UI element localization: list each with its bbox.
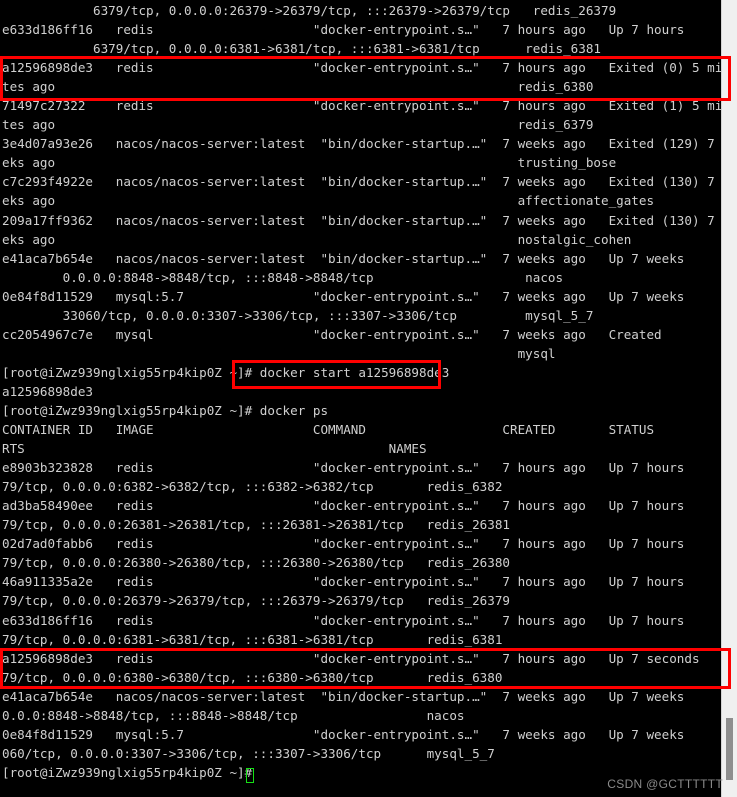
terminal-line: cc2054967c7e mysql "docker-entrypoint.s…… — [2, 326, 662, 342]
terminal-line: 71497c27322 redis "docker-entrypoint.s…"… — [2, 98, 721, 114]
terminal-line: 3e4d07a93e26 nacos/nacos-server:latest "… — [2, 136, 721, 152]
terminal-line: eks ago trusting_bose — [2, 155, 617, 171]
terminal-line: 79/tcp, 0.0.0.0:6381->6381/tcp, :::6381-… — [2, 631, 503, 647]
terminal-line: 0e84f8d11529 mysql:5.7 "docker-entrypoin… — [2, 288, 685, 304]
terminal-line: RTS NAMES — [2, 441, 427, 457]
terminal-line: 6379/tcp, 0.0.0.0:6381->6381/tcp, :::638… — [2, 41, 601, 57]
terminal-line: [root@iZwz939nglxig55rp4kip0Z ~]# docker… — [2, 402, 329, 418]
terminal-line: e41aca7b654e nacos/nacos-server:latest "… — [2, 688, 721, 704]
terminal-output: 6379/tcp, 0.0.0.0:26379->26379/tcp, :::2… — [0, 0, 721, 782]
vertical-scrollbar-track[interactable] — [721, 0, 737, 797]
terminal-line: tes ago redis_6380 — [2, 79, 594, 95]
terminal-line: e633d186ff16 redis "docker-entrypoint.s…… — [2, 612, 721, 628]
terminal-line: [root@iZwz939nglxig55rp4kip0Z ~]# docker… — [2, 364, 450, 380]
watermark-text: CSDN @GCTTTTTT — [607, 777, 723, 791]
terminal-line: 79/tcp, 0.0.0.0:26381->26381/tcp, :::263… — [2, 517, 510, 533]
terminal-line: c7c293f4922e nacos/nacos-server:latest "… — [2, 174, 721, 190]
screenshot-root: 6379/tcp, 0.0.0.0:26379->26379/tcp, :::2… — [0, 0, 737, 797]
terminal-line: mysql — [2, 345, 556, 361]
terminal-line: 0.0.0.0:8848->8848/tcp, :::8848->8848/tc… — [2, 269, 564, 285]
terminal-line: e8903b323828 redis "docker-entrypoint.s…… — [2, 460, 721, 476]
vertical-scrollbar-thumb[interactable] — [726, 718, 733, 780]
terminal-line: a12596898de3 redis "docker-entrypoint.s…… — [2, 60, 721, 76]
terminal-line: e633d186ff16 redis "docker-entrypoint.s…… — [2, 22, 685, 38]
terminal-line: 6379/tcp, 0.0.0.0:26379->26379/tcp, :::2… — [2, 3, 617, 18]
terminal-line: 79/tcp, 0.0.0.0:26380->26380/tcp, :::263… — [2, 555, 510, 571]
terminal-line: CONTAINER ID IMAGE COMMAND CREATED STATU… — [2, 422, 721, 438]
terminal-line: 79/tcp, 0.0.0.0:6382->6382/tcp, :::6382-… — [2, 479, 503, 495]
terminal-line: ad3ba58490ee redis "docker-entrypoint.s…… — [2, 498, 721, 514]
terminal-line: 0.0.0:8848->8848/tcp, :::8848->8848/tcp … — [2, 707, 465, 723]
terminal-cursor — [246, 768, 254, 783]
terminal-line: a12596898de3 — [2, 383, 93, 399]
terminal-line: 79/tcp, 0.0.0.0:26379->26379/tcp, :::263… — [2, 593, 510, 609]
terminal-line: 060/tcp, 0.0.0.0:3307->3306/tcp, :::3307… — [2, 745, 495, 761]
terminal-window[interactable]: 6379/tcp, 0.0.0.0:26379->26379/tcp, :::2… — [0, 0, 721, 797]
terminal-line: eks ago nostalgic_cohen — [2, 231, 632, 247]
terminal-line: 46a911335a2e redis "docker-entrypoint.s…… — [2, 574, 721, 590]
terminal-line: 33060/tcp, 0.0.0.0:3307->3306/tcp, :::33… — [2, 307, 594, 323]
terminal-line: a12596898de3 redis "docker-entrypoint.s…… — [2, 650, 721, 666]
terminal-line: eks ago affectionate_gates — [2, 193, 655, 209]
terminal-line: 209a17ff9362 nacos/nacos-server:latest "… — [2, 212, 721, 228]
terminal-line: 79/tcp, 0.0.0.0:6380->6380/tcp, :::6380-… — [2, 669, 503, 685]
terminal-line: 02d7ad0fabb6 redis "docker-entrypoint.s…… — [2, 536, 721, 552]
terminal-line: tes ago redis_6379 — [2, 117, 594, 133]
terminal-line: 0e84f8d11529 mysql:5.7 "docker-entrypoin… — [2, 726, 721, 742]
terminal-line: e41aca7b654e nacos/nacos-server:latest "… — [2, 250, 685, 266]
